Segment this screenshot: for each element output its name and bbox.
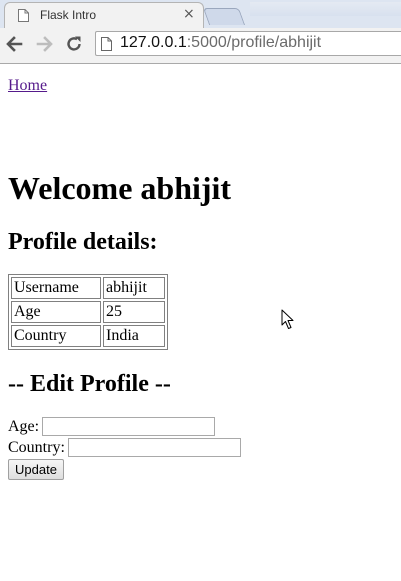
age-row: Age: xyxy=(8,416,241,437)
tab-strip-background xyxy=(250,2,401,16)
page-icon xyxy=(18,9,29,22)
back-arrow-icon xyxy=(6,36,23,52)
url-host: 127.0.0.1 xyxy=(120,34,187,51)
country-row: Country: xyxy=(8,437,241,458)
country-input[interactable] xyxy=(67,438,241,457)
edit-profile-form: Age: Country: Update xyxy=(8,416,241,480)
forward-button[interactable] xyxy=(33,32,57,56)
browser-toolbar: 127.0.0.1:5000/profile/abhijit xyxy=(0,28,401,63)
forward-arrow-icon xyxy=(36,36,53,52)
mouse-cursor-icon xyxy=(281,309,294,329)
address-bar[interactable]: 127.0.0.1:5000/profile/abhijit xyxy=(95,31,401,56)
table-row: Country India xyxy=(11,325,165,347)
reload-button[interactable] xyxy=(62,32,86,56)
profile-details-heading: Profile details: xyxy=(8,229,158,255)
age-input[interactable] xyxy=(42,417,216,436)
table-cell-key: Age xyxy=(11,301,101,323)
new-tab-button[interactable] xyxy=(202,8,246,25)
table-cell-value: India xyxy=(103,325,165,347)
table-cell-key: Username xyxy=(11,277,101,299)
home-link[interactable]: Home xyxy=(8,77,47,95)
browser-tab[interactable]: Flask Intro × xyxy=(4,2,204,28)
tab-strip: Flask Intro × xyxy=(0,0,401,28)
table-cell-key: Country xyxy=(11,325,101,347)
table-row: Age 25 xyxy=(11,301,165,323)
country-label: Country: xyxy=(8,438,65,456)
table-row: Username abhijit xyxy=(11,277,165,299)
reload-icon xyxy=(67,36,81,51)
url-path: :5000/profile/abhijit xyxy=(186,34,322,51)
table-cell-value: abhijit xyxy=(103,277,165,299)
document-icon xyxy=(101,37,112,51)
close-tab-icon[interactable]: × xyxy=(183,6,195,22)
edit-profile-heading: -- Edit Profile -- xyxy=(8,371,171,397)
profile-table: Username abhijit Age 25 Country India xyxy=(8,274,168,350)
welcome-heading: Welcome abhijit xyxy=(8,170,232,206)
url-text: 127.0.0.1:5000/profile/abhijit xyxy=(120,34,321,52)
age-label: Age: xyxy=(8,417,40,435)
browser-chrome: Flask Intro × 127.0.0.1:5000/profile/abh… xyxy=(0,0,401,64)
update-button[interactable]: Update xyxy=(8,459,64,480)
table-cell-value: 25 xyxy=(103,301,165,323)
back-button[interactable] xyxy=(2,32,26,56)
tab-title: Flask Intro xyxy=(40,8,97,22)
